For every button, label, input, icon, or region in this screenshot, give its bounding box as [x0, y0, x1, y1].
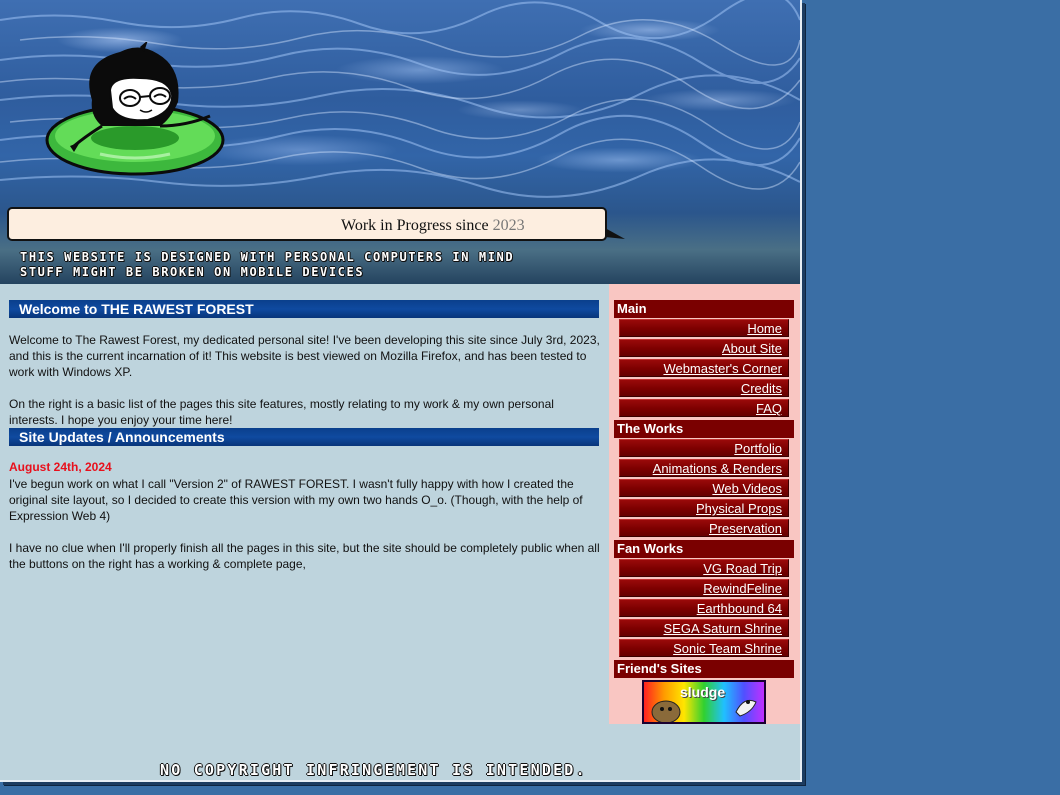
pc-notice-line2: STUFF MIGHT BE BROKEN ON MOBILE DEVICES: [20, 265, 365, 279]
welcome-paragraph-2: On the right is a basic list of the page…: [9, 397, 554, 427]
nav-section-friends-sites: Friend's Sites: [614, 660, 794, 678]
nav-link-portfolio[interactable]: Portfolio: [619, 439, 789, 457]
copyright-notice: NO COPYRIGHT INFRINGEMENT IS INTENDED.: [160, 761, 587, 779]
wip-year: 2023: [492, 217, 525, 234]
nav-link-webmasters-corner[interactable]: Webmaster's Corner: [619, 359, 789, 377]
header-banner: Work in Progress since 2023 THIS WEBSITE…: [0, 0, 800, 284]
nav-link-animations-renders[interactable]: Animations & Renders: [619, 459, 789, 477]
nav-link-earthbound-64[interactable]: Earthbound 64: [619, 599, 789, 617]
nav-link-preservation[interactable]: Preservation: [619, 519, 789, 537]
friend-button-label: sludge: [680, 684, 726, 700]
nav-link-faq[interactable]: FAQ: [619, 399, 789, 417]
nav-link-about-site[interactable]: About Site: [619, 339, 789, 357]
update-date: August 24th, 2024: [9, 460, 112, 474]
wip-text: Work in Progress since: [341, 217, 489, 234]
updates-heading: Site Updates / Announcements: [9, 428, 599, 446]
nav-section-fan-works: Fan Works: [614, 540, 794, 558]
nav-link-home[interactable]: Home: [619, 319, 789, 337]
update-paragraph-2: I have no clue when I'll properly finish…: [9, 541, 600, 571]
nav-link-physical-props[interactable]: Physical Props: [619, 499, 789, 517]
nav-link-credits[interactable]: Credits: [619, 379, 789, 397]
wip-speech-bubble: Work in Progress since 2023: [7, 207, 607, 241]
welcome-paragraph-1: Welcome to The Rawest Forest, my dedicat…: [9, 333, 600, 379]
nav-link-sega-saturn-shrine[interactable]: SEGA Saturn Shrine: [619, 619, 789, 637]
friend-site-button-sludge[interactable]: sludge: [642, 680, 766, 724]
welcome-heading: Welcome to THE RAWEST FOREST: [9, 300, 599, 318]
nav-link-sonic-team-shrine[interactable]: Sonic Team Shrine: [619, 639, 789, 657]
nav-link-vg-road-trip[interactable]: VG Road Trip: [619, 559, 789, 577]
nav-section-the-works: The Works: [614, 420, 794, 438]
mascot-illustration: [45, 42, 225, 176]
nav-link-web-videos[interactable]: Web Videos: [619, 479, 789, 497]
site-container: Work in Progress since 2023 THIS WEBSITE…: [0, 0, 802, 782]
update-paragraph-1: I've begun work on what I call "Version …: [9, 477, 583, 523]
nav-section-main: Main: [614, 300, 794, 318]
speech-bubble-tail: [605, 228, 625, 239]
sidebar-nav: Main Home About Site Webmaster's Corner …: [609, 284, 800, 724]
pc-notice-line1: THIS WEBSITE IS DESIGNED WITH PERSONAL C…: [20, 250, 515, 264]
nav-link-rewindfeline[interactable]: RewindFeline: [619, 579, 789, 597]
